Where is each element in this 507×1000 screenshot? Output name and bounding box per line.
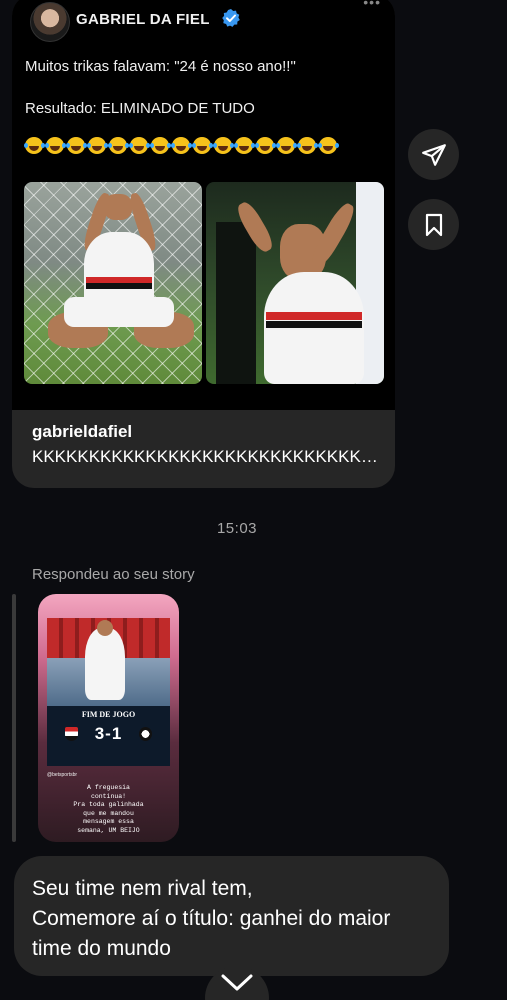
message-timestamp: 15:03 (216, 520, 258, 537)
corinthians-crest-icon (139, 727, 152, 741)
laughing-tears-emoji (129, 136, 150, 155)
laughing-tears-emoji (318, 136, 339, 155)
laughing-tears-emoji (45, 136, 66, 155)
laughing-tears-emoji (171, 136, 192, 155)
laughing-tears-emoji (108, 136, 129, 155)
message-text: Seu time nem rival tem, Comemore aí o tí… (32, 877, 391, 960)
reply-indicator-bar (12, 594, 16, 842)
more-options-icon[interactable]: ••• (363, 0, 381, 10)
laughing-tears-emoji (213, 136, 234, 155)
laughing-tears-emoji (66, 136, 87, 155)
laughing-tears-emoji (87, 136, 108, 155)
story-caption: A freguesia continua! Pra toda galinhada… (73, 784, 144, 834)
message-bubble[interactable]: Seu time nem rival tem, Comemore aí o tí… (14, 856, 449, 976)
laughing-tears-emoji (297, 136, 318, 155)
emoji-row (24, 136, 354, 155)
post-text-line2: Resultado: ELIMINADO DE TUDO (25, 100, 255, 117)
story-reply-label: Respondeu ao seu story (32, 566, 195, 583)
laughing-tears-emoji (255, 136, 276, 155)
story-image: FIM DE JOGO 3-1 (47, 618, 170, 766)
author-name: GABRIEL DA FIEL (76, 11, 210, 28)
post-username: gabrieldafiel (32, 422, 133, 441)
author-avatar (30, 2, 70, 42)
story-headline: FIM DE JOGO (81, 710, 136, 719)
laughing-tears-emoji (234, 136, 255, 155)
verified-badge-icon (222, 9, 240, 27)
story-handle: @betsportsbr (47, 772, 78, 778)
post-photo-right (206, 182, 384, 384)
story-thumbnail[interactable]: FIM DE JOGO 3-1 @betsportsbr A freguesia… (38, 594, 179, 842)
post-text-line1: Muitos trikas falavam: "24 é nosso ano!!… (25, 58, 296, 75)
post-photo-left (24, 182, 202, 384)
laughing-tears-emoji (24, 136, 45, 155)
save-button[interactable] (408, 199, 459, 250)
laughing-tears-emoji (276, 136, 297, 155)
chevron-down-icon (221, 974, 253, 991)
story-scoreboard: FIM DE JOGO 3-1 (47, 706, 170, 766)
laughing-tears-emoji (150, 136, 171, 155)
post-caption: KKKKKKKKKKKKKKKKKKKKKKKKKKKKKKKKK (32, 447, 387, 466)
bookmark-icon (425, 213, 442, 236)
send-icon (421, 143, 446, 166)
laughing-tears-emoji (192, 136, 213, 155)
shared-post-card[interactable]: GABRIEL DA FIEL ••• Muitos trikas falava… (12, 0, 395, 488)
shared-post-content: GABRIEL DA FIEL ••• Muitos trikas falava… (12, 0, 395, 410)
share-button[interactable] (408, 129, 459, 180)
